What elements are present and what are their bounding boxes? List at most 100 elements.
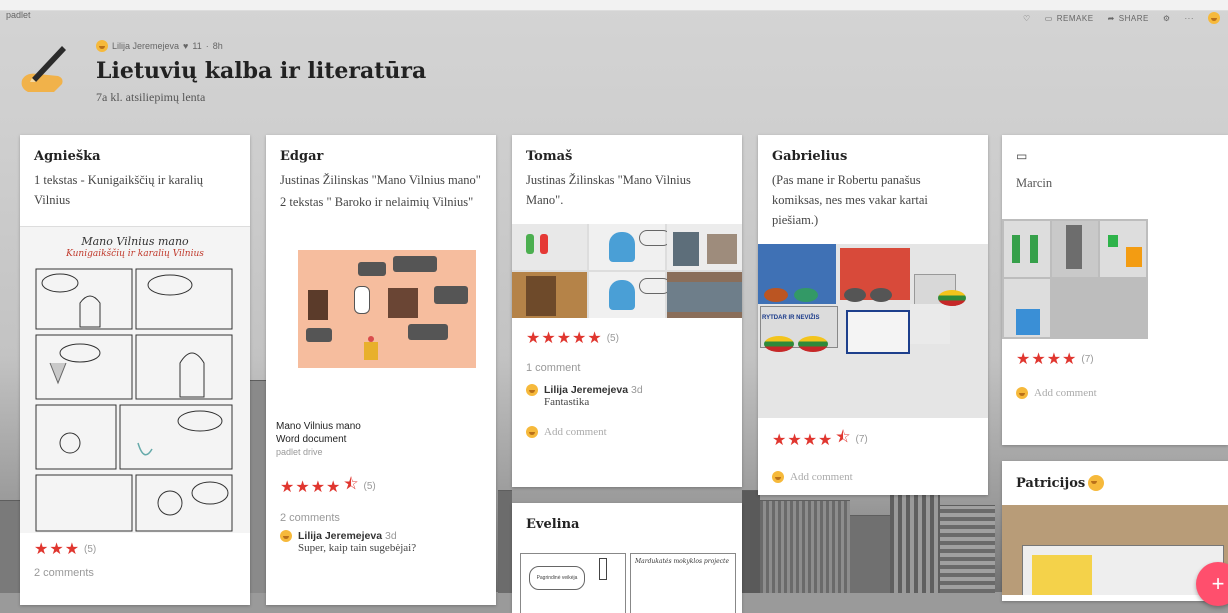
post-card[interactable]: Edgar Justinas Žilinskas "Mano Vilnius m… bbox=[266, 135, 496, 605]
stars: ★★★★★ bbox=[526, 330, 603, 347]
comic-image[interactable] bbox=[1002, 219, 1228, 343]
comic-image[interactable]: RYTDAR IR NEVIŽIS bbox=[758, 244, 988, 418]
pen-hand-logo bbox=[21, 46, 66, 92]
comment-text: Fantastika bbox=[544, 396, 590, 408]
post-body-line-1: Justinas Žilinskas "Mano Vilnius mano" bbox=[280, 173, 481, 187]
post-title: Gabrielius bbox=[772, 149, 848, 164]
comment-count[interactable]: 2 comments bbox=[20, 559, 250, 579]
panel-caption: Mardukatės mokyklos projecte bbox=[635, 558, 729, 565]
panel-caption: Pagrindinė veikėja bbox=[529, 566, 585, 590]
post-body: (Pas mane ir Robertu panašus komiksas, n… bbox=[772, 173, 928, 227]
star-rating[interactable]: ★★★★ ⯪ (5) bbox=[266, 459, 496, 500]
comment-text: Super, kaip tain sugebėjai? bbox=[298, 542, 417, 554]
comic-image[interactable]: Mano Vilnius mano Kunigaikščių ir karali… bbox=[20, 226, 250, 533]
document-type: Word document bbox=[276, 434, 347, 445]
background-building bbox=[850, 515, 890, 593]
add-comment-label: Add comment bbox=[544, 426, 607, 438]
post-body: 1 tekstas - Kunigaikščių ir karalių Viln… bbox=[34, 173, 204, 207]
settings-button[interactable]: ⚙ bbox=[1163, 14, 1171, 23]
document-source: padlet drive bbox=[276, 447, 323, 457]
comic-image[interactable] bbox=[512, 224, 742, 318]
post-card[interactable]: Tomaš Justinas Žilinskas "Mano Vilnius M… bbox=[512, 135, 742, 487]
background-building bbox=[890, 488, 940, 593]
drawing-panel: Mardukatės mokyklos projecte bbox=[630, 553, 736, 613]
post-card[interactable]: Evelina Pagrindinė veikėja Mardukatės mo… bbox=[512, 503, 742, 613]
document-title: Mano Vilnius mano bbox=[276, 421, 361, 432]
page-subtitle: 7a kl. atsiliepimų lenta bbox=[96, 90, 206, 104]
header-actions: ♡ ▭ REMAKE ➦ SHARE ⚙ ··· bbox=[1023, 12, 1220, 24]
post-body: Justinas Žilinskas "Mano Vilnius Mano". bbox=[526, 173, 691, 207]
share-icon: ➦ bbox=[1107, 13, 1115, 23]
add-comment-label: Add comment bbox=[790, 471, 853, 483]
commenter-name[interactable]: Lilija Jeremejeva bbox=[298, 530, 382, 542]
comic-drawing bbox=[35, 268, 233, 532]
add-comment[interactable]: Add comment bbox=[1002, 369, 1228, 399]
gear-icon: ⚙ bbox=[1162, 13, 1171, 23]
add-comment[interactable]: Add comment bbox=[758, 453, 988, 483]
likes-count: 11 bbox=[192, 41, 202, 51]
smiley-icon bbox=[1088, 475, 1105, 491]
stars: ★★★ bbox=[34, 541, 81, 558]
background-building bbox=[760, 500, 850, 593]
rating-count: (5) bbox=[84, 543, 97, 555]
post-card[interactable]: ▭ Marcin ★★★★ (7) Add comment bbox=[1002, 135, 1228, 445]
background-building bbox=[940, 505, 995, 593]
heart-icon: ♥ bbox=[183, 41, 189, 51]
attachment-icon: ▭ bbox=[1016, 149, 1028, 163]
add-comment[interactable]: Add comment bbox=[512, 408, 742, 438]
document-preview[interactable] bbox=[266, 222, 496, 412]
half-star: ⯪ bbox=[835, 429, 852, 446]
post-age: 8h bbox=[212, 41, 223, 51]
author-line: Lilija Jeremejeva ♥ 11 · 8h bbox=[96, 40, 223, 52]
remake-button[interactable]: ▭ REMAKE bbox=[1045, 14, 1094, 23]
separator-dot: · bbox=[205, 41, 209, 51]
share-label: SHARE bbox=[1118, 13, 1149, 23]
post-card[interactable]: Patricijos bbox=[1002, 461, 1228, 601]
comic-image-text: RYTDAR IR NEVIŽIS bbox=[762, 315, 820, 321]
user-avatar bbox=[1016, 387, 1028, 399]
heart-icon: ♡ bbox=[1023, 13, 1031, 23]
post-body: Marcin bbox=[1016, 176, 1053, 190]
star-rating[interactable]: ★★★★★ (5) bbox=[512, 318, 742, 348]
post-title: Agnieška bbox=[34, 149, 101, 164]
comment-count[interactable]: 1 comment bbox=[512, 348, 742, 374]
author-avatar bbox=[96, 40, 108, 52]
commenter-avatar bbox=[280, 530, 292, 542]
star-rating[interactable]: ★★★★ ⯪ (7) bbox=[758, 418, 988, 453]
like-button[interactable]: ♡ bbox=[1023, 14, 1031, 23]
stars: ★★★★ bbox=[772, 431, 834, 449]
background-building bbox=[742, 490, 760, 593]
comment-count[interactable]: 2 comments bbox=[266, 500, 496, 524]
browser-top-strip bbox=[0, 0, 1228, 11]
star-rating[interactable]: ★★★★ (7) bbox=[1002, 343, 1228, 369]
tower-drawing bbox=[599, 558, 607, 580]
rating-count: (7) bbox=[855, 434, 868, 445]
avatar[interactable] bbox=[1208, 12, 1220, 24]
star-rating[interactable]: ★★★ (5) bbox=[20, 533, 250, 559]
post-title: Patricijos bbox=[1016, 475, 1086, 491]
stars: ★★★★ bbox=[1016, 351, 1078, 368]
stars: ★★★★ bbox=[280, 478, 342, 496]
document-meta[interactable]: Mano Vilnius mano Word document padlet d… bbox=[266, 412, 496, 459]
post-title-row: Patricijos bbox=[1002, 461, 1228, 495]
author-name[interactable]: Lilija Jeremejeva bbox=[112, 41, 179, 51]
commenter-name[interactable]: Lilija Jeremejeva bbox=[544, 384, 628, 396]
remake-icon: ▭ bbox=[1044, 13, 1053, 23]
post-card[interactable]: Gabrielius (Pas mane ir Robertu panašus … bbox=[758, 135, 988, 495]
comic-caption-2: Kunigaikščių ir karalių Vilnius bbox=[66, 249, 204, 259]
drawing-panel: Pagrindinė veikėja bbox=[520, 553, 626, 613]
more-button[interactable]: ··· bbox=[1185, 14, 1195, 23]
post-card[interactable]: Agnieška 1 tekstas - Kunigaikščių ir kar… bbox=[20, 135, 250, 605]
commenter-avatar bbox=[526, 384, 538, 396]
background-building bbox=[250, 380, 266, 593]
document-thumbnail bbox=[298, 250, 476, 368]
half-star: ⯪ bbox=[343, 476, 360, 493]
user-avatar bbox=[526, 426, 538, 438]
rating-count: (5) bbox=[363, 481, 376, 492]
page-title: Lietuvių kalba ir literatūra bbox=[96, 58, 427, 84]
post-title: Tomaš bbox=[526, 149, 573, 164]
app-tag[interactable]: padlet bbox=[6, 10, 31, 20]
post-image[interactable] bbox=[1002, 505, 1228, 595]
share-button[interactable]: ➦ SHARE bbox=[1108, 14, 1149, 23]
comment-time: 3d bbox=[630, 384, 643, 396]
